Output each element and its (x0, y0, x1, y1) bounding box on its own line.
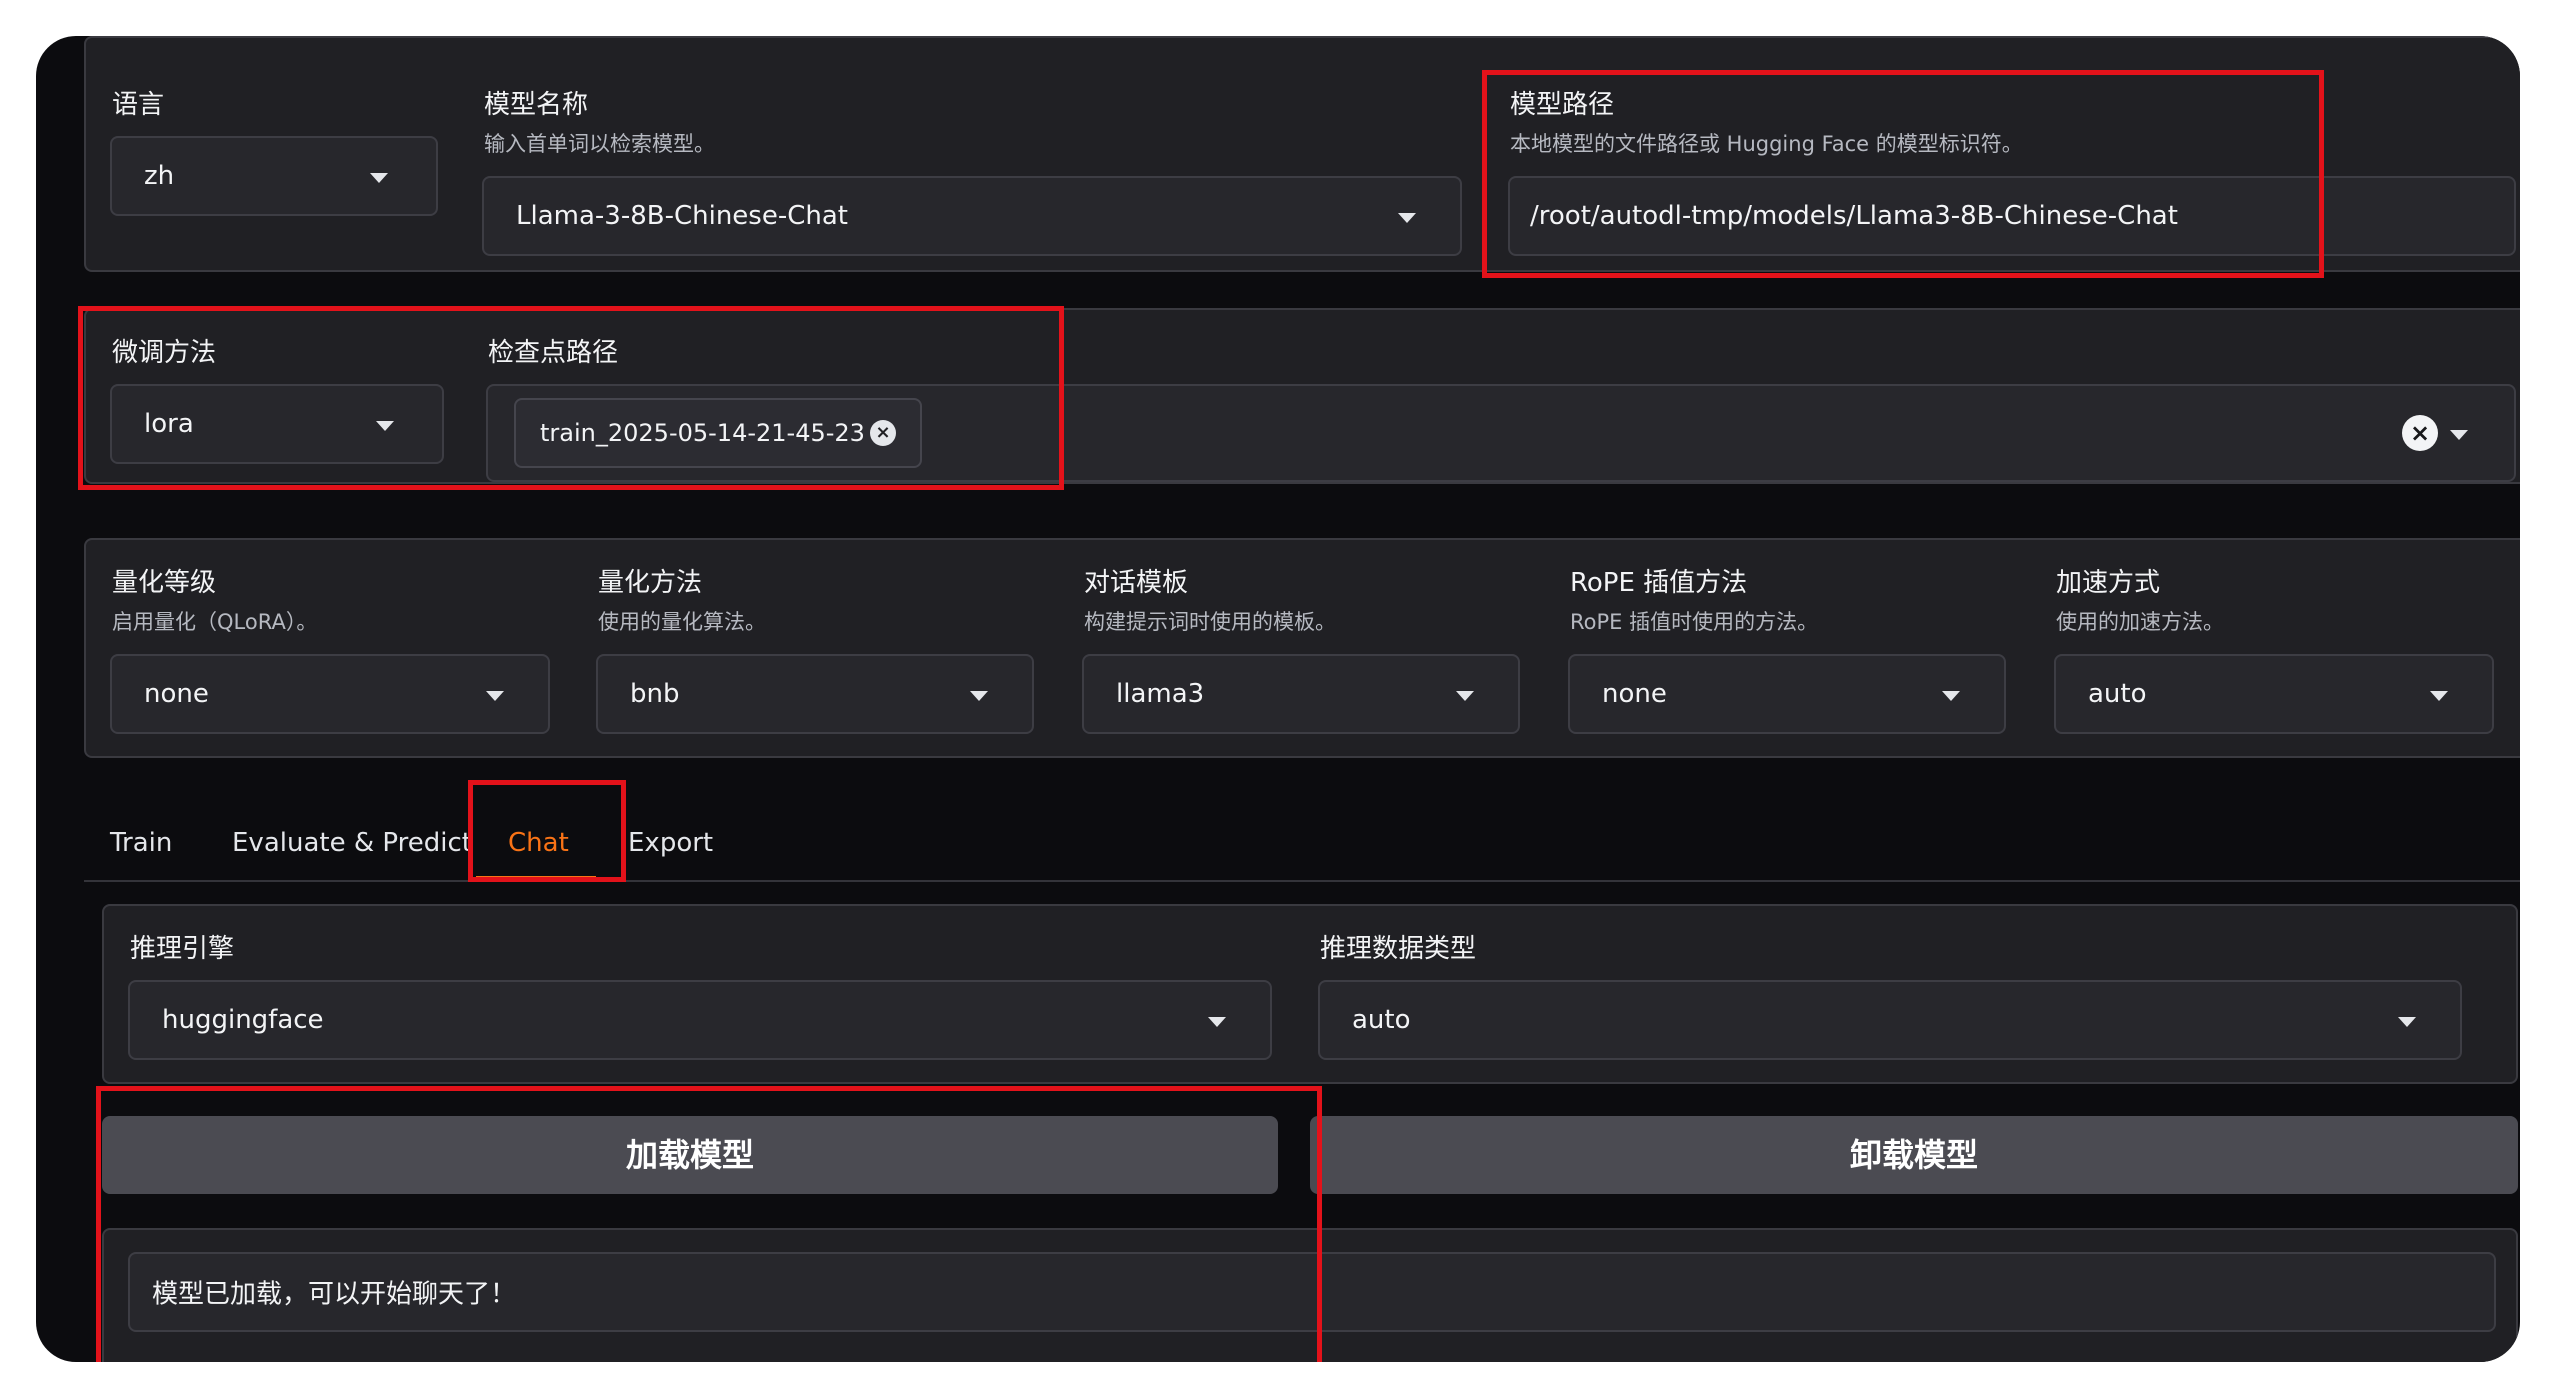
dtype-label: 推理数据类型 (1320, 934, 1477, 964)
finetune-panel: 微调方法 lora 检查点路径 train_2025-05-14-21-45-2… (84, 308, 2520, 484)
accel-value: auto (2088, 679, 2147, 709)
template-value: llama3 (1116, 679, 1205, 709)
model-path-value: /root/autodl-tmp/models/Llama3-8B-Chines… (1530, 201, 2178, 231)
accel-label: 加速方式 (2056, 568, 2161, 598)
quant-method-value: bnb (630, 679, 680, 709)
template-hint: 构建提示词时使用的模板。 (1084, 610, 1336, 634)
lang-label: 语言 (112, 90, 165, 120)
model-name-value: Llama-3-8B-Chinese-Chat (516, 201, 848, 231)
lang-select[interactable]: zh (110, 136, 438, 216)
checkpoint-tag-label: train_2025-05-14-21-45-23 (540, 419, 865, 447)
chevron-down-icon (370, 173, 388, 183)
chevron-down-icon[interactable] (2450, 430, 2468, 440)
tab-train[interactable]: Train (110, 828, 172, 858)
model-path-label: 模型路径 (1510, 90, 1615, 120)
quant-level-value: none (144, 679, 209, 709)
top-settings-panel: 语言 zh 模型名称 输入首单词以检索模型。 Llama-3-8B-Chines… (84, 36, 2520, 272)
dtype-value: auto (1352, 1005, 1411, 1035)
finetune-method-value: lora (144, 409, 194, 439)
tab-evaluate-predict[interactable]: Evaluate & Predict (232, 828, 472, 858)
template-label: 对话模板 (1084, 568, 1189, 598)
chevron-down-icon (1208, 1017, 1226, 1027)
chevron-down-icon (1456, 691, 1474, 701)
dtype-select[interactable]: auto (1318, 980, 2462, 1060)
quant-method-hint: 使用的量化算法。 (598, 610, 766, 634)
lang-value: zh (144, 161, 175, 191)
tab-chat[interactable]: Chat (508, 828, 569, 858)
model-name-select[interactable]: Llama-3-8B-Chinese-Chat (482, 176, 1462, 256)
rope-select[interactable]: none (1568, 654, 2006, 734)
model-name-hint: 输入首单词以检索模型。 (484, 132, 715, 156)
rope-value: none (1602, 679, 1667, 709)
accel-select[interactable]: auto (2054, 654, 2494, 734)
chevron-down-icon (2430, 691, 2448, 701)
model-path-input[interactable]: /root/autodl-tmp/models/Llama3-8B-Chines… (1508, 176, 2516, 256)
rope-label: RoPE 插值方法 (1570, 568, 1748, 598)
checkpoint-tag[interactable]: train_2025-05-14-21-45-23 × (514, 398, 922, 468)
chat-engine-panel: 推理引擎 huggingface 推理数据类型 auto (102, 904, 2518, 1084)
quant-level-select[interactable]: none (110, 654, 550, 734)
template-select[interactable]: llama3 (1082, 654, 1520, 734)
rope-hint: RoPE 插值时使用的方法。 (1570, 610, 1819, 634)
app-window: 语言 zh 模型名称 输入首单词以检索模型。 Llama-3-8B-Chines… (36, 36, 2520, 1362)
engine-label: 推理引擎 (130, 934, 235, 964)
quant-method-label: 量化方法 (598, 568, 703, 598)
status-textbox: 模型已加载，可以开始聊天了！ (128, 1252, 2496, 1332)
status-text: 模型已加载，可以开始聊天了！ (152, 1279, 517, 1310)
status-panel: 模型已加载，可以开始聊天了！ (102, 1228, 2518, 1362)
model-path-hint: 本地模型的文件路径或 Hugging Face 的模型标识符。 (1510, 132, 2023, 156)
clear-icon[interactable]: × (2402, 415, 2438, 451)
chevron-down-icon (1942, 691, 1960, 701)
finetune-method-select[interactable]: lora (110, 384, 444, 464)
model-name-label: 模型名称 (484, 90, 589, 120)
tab-export[interactable]: Export (628, 828, 713, 858)
finetune-method-label: 微调方法 (112, 338, 217, 368)
accel-hint: 使用的加速方法。 (2056, 610, 2224, 634)
quant-panel: 量化等级 启用量化（QLoRA）。 none 量化方法 使用的量化算法。 bnb… (84, 538, 2520, 758)
tab-divider (84, 880, 2520, 882)
chevron-down-icon (486, 691, 504, 701)
quant-level-label: 量化等级 (112, 568, 217, 598)
checkpoint-multiselect[interactable]: train_2025-05-14-21-45-23 × × (486, 384, 2516, 482)
chevron-down-icon (376, 421, 394, 431)
chevron-down-icon (970, 691, 988, 701)
quant-level-hint: 启用量化（QLoRA）。 (112, 610, 318, 634)
engine-value: huggingface (162, 1005, 324, 1035)
engine-select[interactable]: huggingface (128, 980, 1272, 1060)
chevron-down-icon (1398, 213, 1416, 223)
chevron-down-icon (2398, 1017, 2416, 1027)
load-model-button[interactable]: 加载模型 (102, 1116, 1278, 1194)
unload-model-button[interactable]: 卸载模型 (1310, 1116, 2518, 1194)
checkpoint-label: 检查点路径 (488, 338, 619, 368)
quant-method-select[interactable]: bnb (596, 654, 1034, 734)
active-tab-underline (476, 876, 596, 879)
x-circle-icon[interactable]: × (870, 420, 896, 446)
